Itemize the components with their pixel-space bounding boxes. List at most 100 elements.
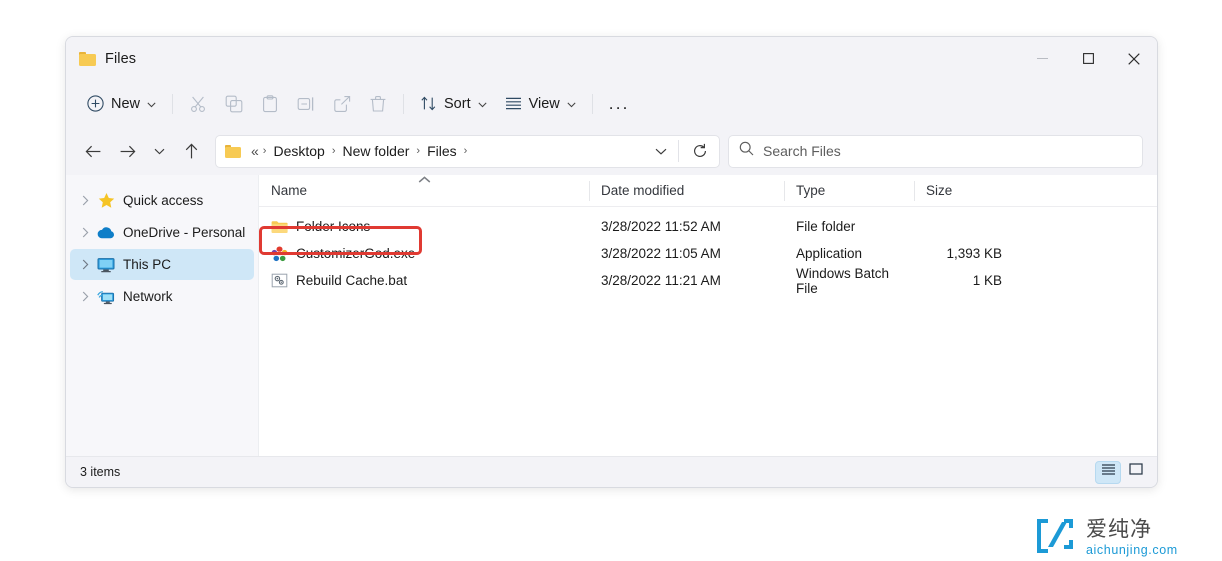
column-header-label: Date modified — [601, 183, 684, 198]
copy-button[interactable] — [216, 87, 252, 120]
rename-icon — [297, 95, 315, 113]
paste-button[interactable] — [252, 87, 288, 120]
more-options-button[interactable]: ... — [600, 87, 639, 120]
search-icon — [739, 141, 754, 161]
ellipsis-icon: ... — [609, 95, 630, 112]
breadcrumb-new-folder[interactable]: New folder — [338, 140, 415, 162]
details-view-icon — [1101, 463, 1116, 481]
folder-icon — [271, 219, 288, 235]
chevron-down-icon — [567, 96, 576, 112]
table-row[interactable]: Rebuild Cache.bat 3/28/2022 11:21 AM Win… — [259, 267, 1157, 294]
batch-file-icon — [271, 273, 288, 289]
breadcrumb-desktop[interactable]: Desktop — [268, 140, 329, 162]
star-icon — [95, 192, 117, 209]
toolbar-divider — [172, 94, 173, 114]
watermark-en-text: aichunjing.com — [1086, 544, 1178, 557]
delete-button[interactable] — [360, 87, 396, 120]
file-date-cell: 3/28/2022 11:21 AM — [589, 273, 784, 288]
folder-icon — [79, 52, 96, 66]
customizergod-pinwheel-icon — [271, 246, 288, 262]
back-button[interactable] — [76, 135, 110, 168]
sidebar-item-label: Network — [123, 289, 173, 304]
close-button[interactable] — [1111, 37, 1157, 80]
sort-ascending-icon — [418, 176, 431, 187]
trash-icon — [369, 95, 387, 113]
share-icon — [333, 95, 351, 113]
sidebar-item-label: OneDrive - Personal — [123, 225, 245, 240]
column-header-size[interactable]: Size — [914, 175, 1012, 207]
file-size-cell: 1 KB — [914, 273, 1012, 288]
breadcrumb-files[interactable]: Files — [422, 140, 462, 162]
toolbar-divider-3 — [592, 94, 593, 114]
address-bar[interactable]: « › Desktop › New folder › Files › — [215, 135, 720, 168]
scissors-icon — [189, 95, 207, 113]
sidebar-item-label: Quick access — [123, 193, 203, 208]
minimize-button[interactable] — [1019, 37, 1065, 80]
search-input[interactable]: Search Files — [763, 143, 841, 159]
file-name: CustomizerGod.exe — [296, 246, 415, 261]
table-row[interactable]: Folder Icons 3/28/2022 11:52 AM File fol… — [259, 213, 1157, 240]
large-icons-view-button[interactable] — [1123, 461, 1149, 484]
chevron-right-icon[interactable] — [75, 259, 95, 270]
file-name: Folder Icons — [296, 219, 370, 234]
up-button[interactable] — [174, 135, 208, 168]
sidebar-item-network[interactable]: Network — [70, 281, 254, 312]
copy-icon — [225, 95, 243, 113]
watermark-cn-text: 爱纯净 — [1086, 519, 1178, 540]
refresh-button[interactable] — [685, 137, 715, 166]
sidebar-item-onedrive[interactable]: OneDrive - Personal — [70, 217, 254, 248]
file-explorer-window: Files New — [65, 36, 1158, 488]
breadcrumb-separator: › — [330, 145, 338, 157]
share-button[interactable] — [324, 87, 360, 120]
breadcrumb-overflow[interactable]: « — [248, 140, 261, 162]
maximize-button[interactable] — [1065, 37, 1111, 80]
rename-button[interactable] — [288, 87, 324, 120]
watermark: 爱纯净 aichunjing.com — [1028, 516, 1222, 560]
breadcrumb-separator: › — [414, 145, 422, 157]
sort-arrows-icon — [420, 95, 437, 112]
file-list-pane: Name Date modified Type Size — [259, 175, 1157, 456]
file-name-cell[interactable]: Folder Icons — [259, 219, 589, 235]
monitor-icon — [95, 257, 117, 273]
view-button[interactable]: View — [496, 87, 585, 120]
view-button-label: View — [529, 96, 560, 112]
title-bar: Files — [66, 37, 1157, 80]
sort-button[interactable]: Sort — [411, 87, 496, 120]
folder-icon — [225, 145, 241, 158]
sidebar-item-quick-access[interactable]: Quick access — [70, 185, 254, 216]
chevron-right-icon[interactable] — [75, 195, 95, 206]
explorer-body: Quick access OneDrive - Personal This — [66, 175, 1157, 456]
recent-locations-button[interactable] — [144, 135, 174, 168]
chevron-right-icon[interactable] — [75, 291, 95, 302]
paste-icon — [261, 95, 279, 113]
new-button-label: New — [111, 96, 140, 112]
new-button[interactable]: New — [78, 87, 165, 120]
file-rows: Folder Icons 3/28/2022 11:52 AM File fol… — [259, 207, 1157, 294]
cloud-icon — [95, 226, 117, 239]
chevron-down-icon — [478, 96, 487, 112]
view-toggle-group — [1095, 461, 1149, 484]
address-dropdown-button[interactable] — [646, 137, 676, 166]
table-row[interactable]: CustomizerGod.exe 3/28/2022 11:05 AM App… — [259, 240, 1157, 267]
window-controls — [1019, 37, 1157, 80]
window-title: Files — [105, 51, 136, 67]
details-view-button[interactable] — [1095, 461, 1121, 484]
chevron-right-icon[interactable] — [75, 227, 95, 238]
column-header-date-modified[interactable]: Date modified — [589, 175, 784, 207]
file-name-cell[interactable]: CustomizerGod.exe — [259, 246, 589, 262]
address-row: « › Desktop › New folder › Files › S — [66, 127, 1157, 175]
cut-button[interactable] — [180, 87, 216, 120]
search-box[interactable]: Search Files — [728, 135, 1143, 168]
item-count-label: 3 items — [80, 465, 120, 479]
file-date-cell: 3/28/2022 11:52 AM — [589, 219, 784, 234]
lines-icon — [505, 96, 522, 111]
forward-button[interactable] — [110, 135, 144, 168]
column-header-label: Size — [926, 183, 952, 198]
column-header-type[interactable]: Type — [784, 175, 914, 207]
status-bar: 3 items — [66, 456, 1157, 487]
column-headers: Name Date modified Type Size — [259, 175, 1157, 207]
address-divider — [678, 140, 679, 162]
sidebar-item-this-pc[interactable]: This PC — [70, 249, 254, 280]
column-header-label: Name — [271, 183, 307, 198]
file-name-cell[interactable]: Rebuild Cache.bat — [259, 273, 589, 289]
